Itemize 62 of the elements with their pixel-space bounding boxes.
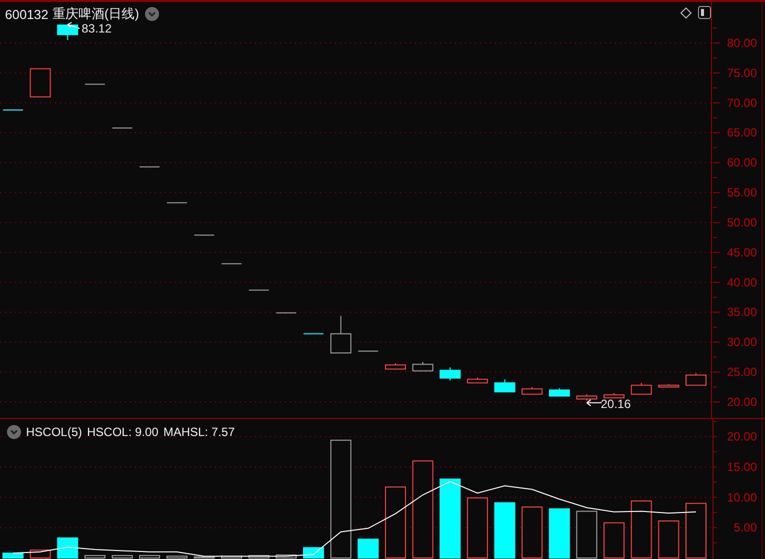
axis-label: 20.00: [726, 430, 757, 444]
candlestick: [194, 234, 215, 236]
axis-label: 80.00: [726, 36, 757, 50]
axis-label: 55.00: [726, 186, 757, 200]
candlestick: [358, 350, 379, 352]
candlestick: [494, 378, 516, 392]
axis-label: 45.00: [726, 245, 757, 260]
candlestick: [57, 24, 78, 41]
candlestick: [2, 110, 24, 111]
volume-bar: [548, 508, 570, 558]
price-annotation: 83.12: [82, 21, 112, 36]
diamond-icon[interactable]: [680, 7, 692, 19]
candlestick: [330, 315, 352, 354]
candlestick: [440, 366, 461, 381]
axis-label: 15.00: [726, 460, 757, 474]
volume-bar: [494, 502, 516, 558]
indicator-reading: MAHSL: 7.57: [163, 425, 235, 439]
candlestick: [412, 361, 434, 372]
candlestick: [522, 386, 543, 395]
candlestick: [466, 376, 488, 384]
candlestick: [166, 202, 188, 204]
candlestick: [576, 394, 598, 402]
candlestick: [248, 290, 270, 291]
axis-label: 40.00: [726, 275, 757, 290]
arrow-icon: [586, 399, 602, 406]
stock-code: 600132: [5, 6, 48, 22]
price-annotation: 20.16: [600, 396, 631, 411]
axis-label: 10.00: [726, 490, 757, 504]
candlestick: [548, 388, 570, 397]
axis-label: 35.00: [726, 305, 757, 320]
candlestick: [686, 372, 706, 386]
candlestick: [84, 84, 106, 85]
candlestick: [139, 166, 160, 168]
panel-toggle-icon[interactable]: [698, 6, 711, 19]
arrow-icon: [67, 22, 80, 29]
axis-label: 25.00: [726, 365, 757, 380]
candlestick: [112, 127, 133, 128]
candlestick: [604, 392, 625, 398]
axis-label: 70.00: [726, 96, 757, 110]
candlestick: [658, 384, 680, 388]
candlestick: [276, 312, 297, 314]
indicator-reading: HSCOL: 9.00: [87, 425, 158, 439]
axis-label: 65.00: [726, 126, 757, 140]
candlestick: [303, 333, 324, 334]
axis-label: 75.00: [726, 66, 757, 80]
axis-label: 60.00: [726, 156, 757, 170]
indicator-title: HSCOL(5): [26, 425, 82, 439]
candlestick: [221, 263, 242, 264]
candlestick: [384, 362, 406, 370]
candlestick: [630, 382, 652, 395]
axis-label: 5.00: [734, 520, 757, 535]
axis-label: 50.00: [726, 216, 757, 230]
stock-name: 重庆啤酒(日线): [52, 5, 140, 23]
volume-bar: [57, 537, 78, 558]
candlestick: [30, 68, 51, 98]
volume-bar: [2, 552, 24, 558]
dropdown-icon[interactable]: [145, 7, 160, 21]
dropdown-icon[interactable]: [7, 425, 21, 439]
volume-bar: [358, 538, 379, 558]
axis-label: 20.00: [726, 394, 757, 409]
axis-label: 30.00: [726, 335, 757, 350]
volume-bar: [303, 547, 324, 558]
